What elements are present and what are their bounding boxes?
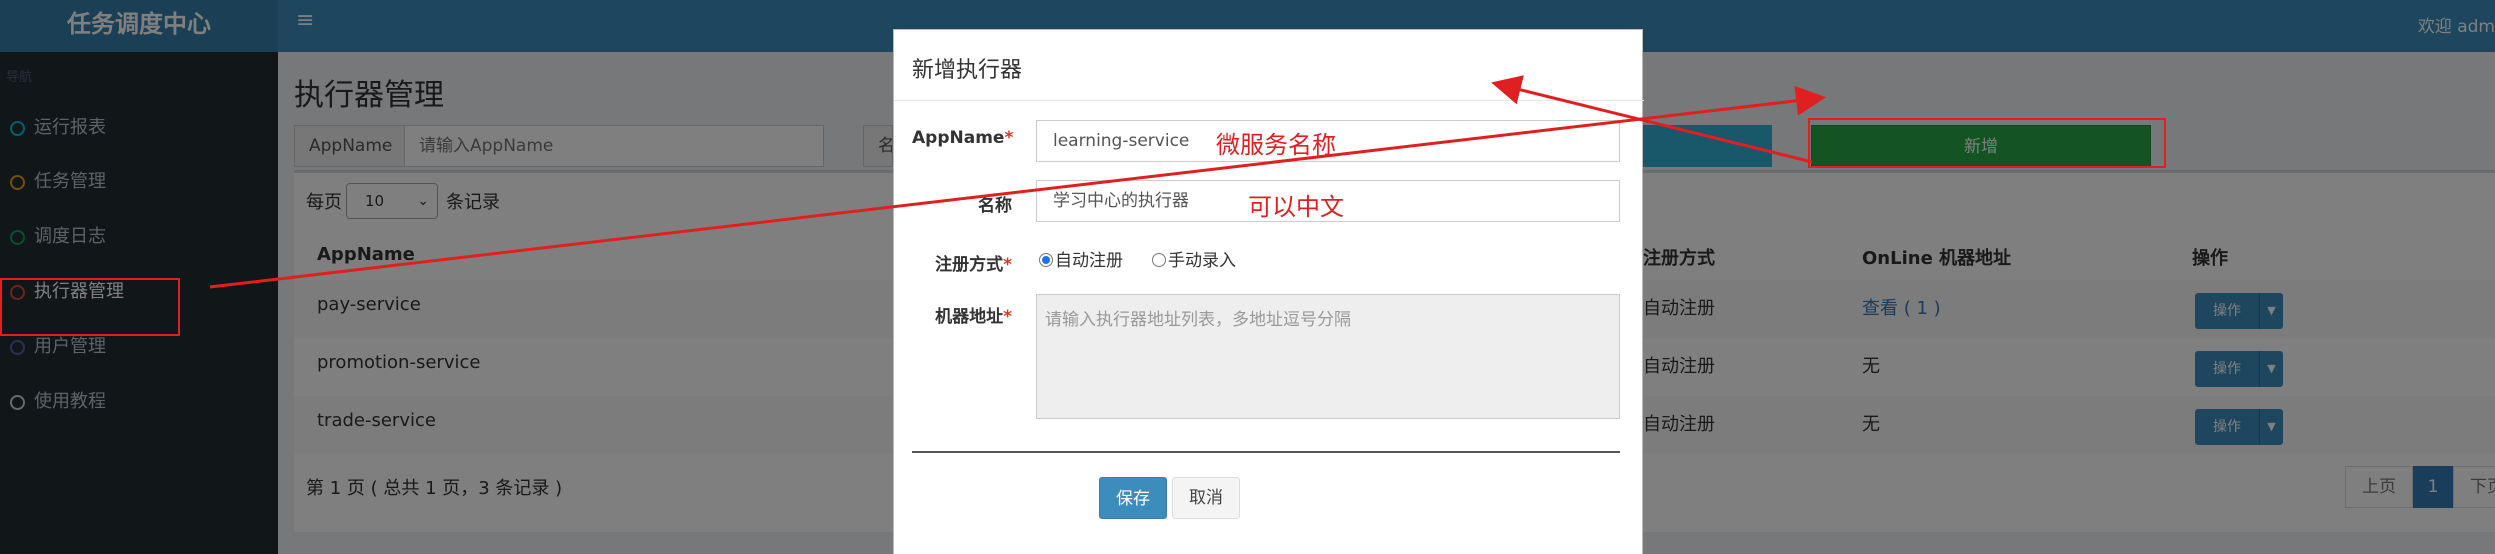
arrow-add-to-modal: [1491, 75, 1813, 164]
annotation-arrows: [209, 75, 1826, 289]
arrow-sidebar-to-add: [209, 85, 1826, 289]
